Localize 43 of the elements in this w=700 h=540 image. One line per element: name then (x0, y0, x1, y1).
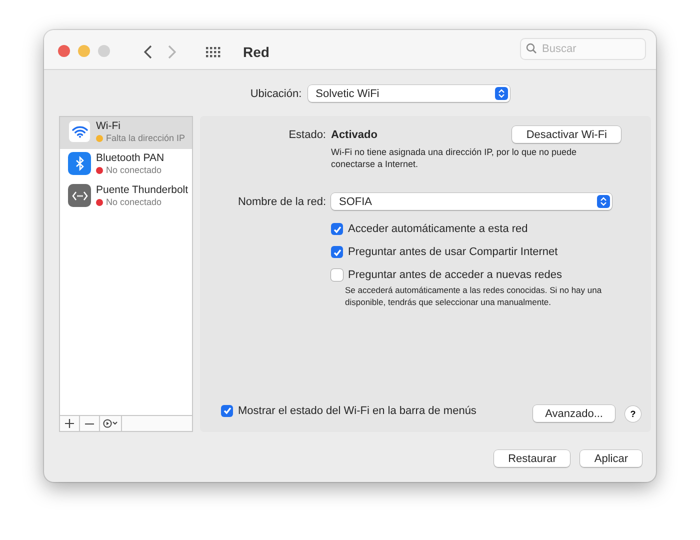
service-name: Wi-Fi (96, 120, 122, 133)
option-label: Acceder automáticamente a esta red (348, 223, 528, 235)
footer-button[interactable]: Restaurar (494, 450, 570, 467)
service-item[interactable]: Wi-Fi Falta la dirección IP (60, 117, 192, 149)
service-item[interactable]: Bluetooth PAN No conectado (60, 149, 192, 181)
minus-icon (85, 422, 94, 424)
location-label: Ubicación: (250, 88, 302, 100)
service-item[interactable]: Puente Thunderbolt No conectado (60, 181, 192, 213)
service-status: No conectado (106, 197, 162, 207)
advanced-button[interactable]: Avanzado... (533, 405, 615, 422)
plus-icon (65, 419, 74, 428)
close-button[interactable] (58, 45, 70, 57)
service-name: Puente Thunderbolt (96, 184, 188, 197)
connection-icon (68, 184, 91, 207)
window-title: Red (243, 44, 270, 60)
action-icon (102, 419, 118, 428)
service-name: Bluetooth PAN (96, 152, 164, 165)
checkbox[interactable] (331, 246, 343, 258)
option-note: Se accederá automáticamente a las redes conocidas. Si no hay una disponible, tendrás que seleccionar una manualmente. (345, 284, 603, 308)
status-note: Wi-Fi no tiene asignada una dirección IP, por lo que no puede conectarse a Internet. (331, 146, 578, 170)
network-name-label: Nombre de la red: (236, 196, 326, 208)
checkbox[interactable] (331, 223, 343, 235)
checkbox[interactable] (331, 269, 343, 281)
option-label: Preguntar antes de usar Compartir Internet (348, 246, 558, 258)
location-dropdown[interactable]: Solvetic WiFi (308, 85, 510, 102)
turn-off-wifi-button[interactable]: Desactivar Wi-Fi (512, 126, 621, 143)
bluetooth-icon (68, 152, 91, 175)
search-icon (526, 43, 537, 54)
action-menu-button[interactable] (100, 416, 122, 431)
stepper-icon (597, 195, 610, 208)
wifi-icon (68, 120, 91, 143)
status-label: Estado: (288, 129, 326, 141)
service-status: No conectado (106, 165, 162, 175)
stepper-icon (494, 87, 508, 100)
option-label: Preguntar antes de acceder a nuevas redes (348, 269, 562, 281)
search-field[interactable]: Buscar (520, 38, 646, 60)
network-name-dropdown[interactable]: SOFIA (331, 193, 612, 210)
option-label: Mostrar el estado del Wi-Fi en la barra de menús (238, 404, 476, 416)
footer-button[interactable]: Aplicar (580, 450, 642, 467)
status-value: Activado (331, 128, 378, 140)
service-status: Falta la dirección IP (106, 133, 186, 143)
help-button[interactable]: ? (625, 406, 641, 422)
checkbox[interactable] (221, 404, 233, 416)
